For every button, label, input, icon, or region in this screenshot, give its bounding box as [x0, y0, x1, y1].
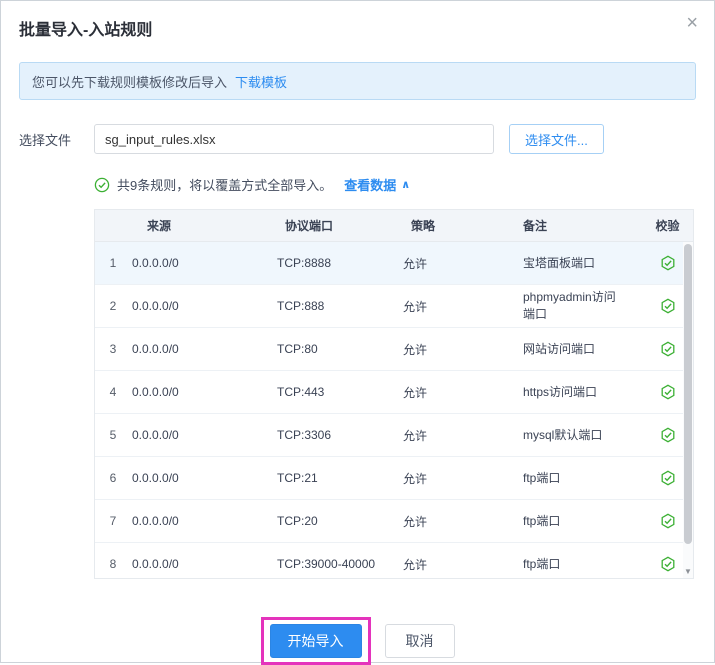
download-template-link[interactable]: 下载模板 [235, 72, 287, 91]
row-index: 3 [109, 342, 117, 356]
collapse-caret-icon: ∧ [401, 179, 411, 191]
policy-cell: 允许 [403, 514, 428, 529]
table-scrollbar[interactable]: ▼ [683, 242, 693, 578]
source-cell: 0.0.0.0/0 [132, 428, 179, 442]
table-row: 3 0.0.0.0/0 TCP:80 允许 网站访问端口 [95, 328, 693, 371]
dialog-title: 批量导入-入站规则 [19, 22, 153, 39]
status-text: 共9条规则，将以覆盖方式全部导入。 [117, 178, 333, 193]
close-icon[interactable]: × [686, 13, 698, 33]
row-index: 1 [109, 256, 117, 270]
remark-cell: 宝塔面板端口 [523, 255, 596, 270]
dialog-header: 批量导入-入站规则 × [1, 1, 714, 40]
source-cell: 0.0.0.0/0 [132, 557, 179, 571]
policy-cell: 允许 [403, 385, 428, 400]
port-cell: TCP:443 [277, 385, 325, 399]
table-header: 来源 协议端口 策略 备注 校验 [95, 210, 693, 242]
port-cell: TCP:20 [277, 514, 318, 528]
view-data-label: 查看数据 [344, 178, 397, 193]
source-cell: 0.0.0.0/0 [132, 342, 179, 356]
source-cell: 0.0.0.0/0 [132, 385, 179, 399]
banner-text: 您可以先下载规则模板修改后导入 [32, 74, 228, 90]
source-cell: 0.0.0.0/0 [132, 514, 179, 528]
policy-cell: 允许 [403, 557, 428, 572]
table-body: 1 0.0.0.0/0 TCP:8888 允许 宝塔面板端口 2 0.0.0.0/0 TCP:… [95, 242, 693, 578]
table-row: 5 0.0.0.0/0 TCP:3306 允许 mysql默认端口 [95, 414, 693, 457]
row-index: 2 [109, 299, 117, 313]
policy-cell: 允许 [403, 428, 428, 443]
header-policy: 策略 [411, 219, 436, 233]
source-cell: 0.0.0.0/0 [132, 299, 179, 313]
port-cell: TCP:21 [277, 471, 318, 485]
row-index: 8 [109, 557, 117, 571]
info-banner: 您可以先下载规则模板修改后导入 下载模板 [19, 62, 696, 100]
scrollbar-thumb[interactable] [684, 244, 692, 544]
remark-cell: ftp端口 [523, 470, 561, 485]
header-protocol-port: 协议端口 [285, 219, 334, 233]
remark-cell: 网站访问端口 [523, 341, 596, 356]
remark-cell: https访问端口 [523, 384, 598, 399]
table-row: 1 0.0.0.0/0 TCP:8888 允许 宝塔面板端口 [95, 242, 693, 285]
annotation-highlight: 开始导入 [260, 617, 371, 665]
remark-cell: ftp端口 [523, 556, 561, 571]
source-cell: 0.0.0.0/0 [132, 256, 179, 270]
policy-cell: 允许 [403, 342, 428, 357]
cancel-button[interactable]: 取消 [384, 624, 455, 658]
view-data-link[interactable]: 查看数据 ∧ [344, 175, 410, 194]
table-row: 7 0.0.0.0/0 TCP:20 允许 ftp端口 [95, 500, 693, 543]
file-select-row: 选择文件 选择文件... [19, 124, 696, 154]
remark-cell: mysql默认端口 [523, 427, 603, 442]
policy-cell: 允许 [403, 471, 428, 486]
port-cell: TCP:888 [277, 299, 325, 313]
header-validation: 校验 [655, 219, 680, 233]
port-cell: TCP:80 [277, 342, 318, 356]
source-cell: 0.0.0.0/0 [132, 471, 179, 485]
scroll-down-icon[interactable]: ▼ [683, 567, 693, 576]
policy-cell: 允许 [403, 299, 428, 314]
import-status-row: 共9条规则，将以覆盖方式全部导入。 查看数据 ∧ [94, 175, 696, 194]
remark-cell: ftp端口 [523, 513, 561, 528]
policy-cell: 允许 [403, 256, 428, 271]
rules-table: 来源 协议端口 策略 备注 校验 1 0.0.0.0/0 TCP:8888 允许 宝塔面… [94, 209, 694, 579]
choose-file-button[interactable]: 选择文件... [509, 124, 604, 154]
dialog-footer: 开始导入 取消 [1, 617, 714, 665]
header-remark: 备注 [523, 219, 548, 233]
port-cell: TCP:8888 [277, 256, 332, 270]
start-import-button[interactable]: 开始导入 [269, 624, 362, 658]
table-row: 6 0.0.0.0/0 TCP:21 允许 ftp端口 [95, 457, 693, 500]
row-index: 4 [109, 385, 117, 399]
remark-cell: phpmyadmin访问端口 [523, 290, 616, 321]
table-row: 2 0.0.0.0/0 TCP:888 允许 phpmyadmin访问端口 [95, 285, 693, 328]
table-row: 4 0.0.0.0/0 TCP:443 允许 https访问端口 [95, 371, 693, 414]
row-index: 5 [109, 428, 117, 442]
table-row: 8 0.0.0.0/0 TCP:39000-40000 允许 ftp端口 [95, 543, 693, 578]
file-select-label: 选择文件 [19, 132, 72, 148]
port-cell: TCP:3306 [277, 428, 332, 442]
port-cell: TCP:39000-40000 [277, 557, 376, 571]
row-index: 7 [109, 514, 117, 528]
success-check-icon [94, 177, 110, 193]
header-source: 来源 [147, 219, 172, 233]
row-index: 6 [109, 471, 117, 485]
file-name-input[interactable] [94, 124, 494, 154]
